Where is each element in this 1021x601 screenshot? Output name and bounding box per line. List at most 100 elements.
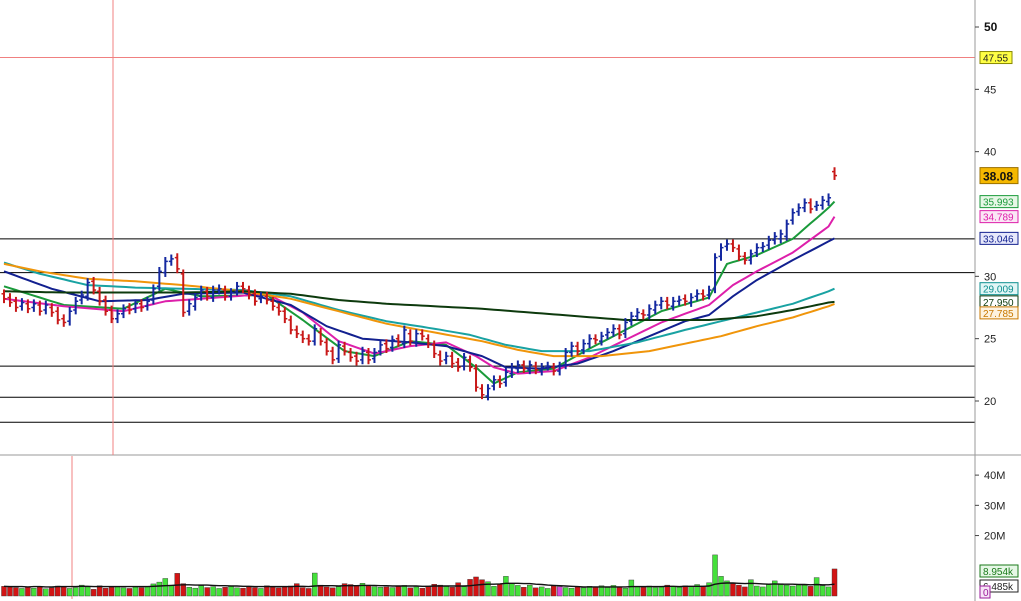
volume-bar[interactable]: [778, 583, 784, 597]
price-bar[interactable]: [569, 341, 575, 357]
price-bar[interactable]: [730, 239, 736, 253]
price-bar[interactable]: [103, 295, 109, 316]
volume-bar[interactable]: [61, 586, 67, 597]
price-bar[interactable]: [174, 253, 180, 274]
volume-bar[interactable]: [234, 587, 240, 597]
price-bar[interactable]: [97, 286, 103, 306]
volume-bar[interactable]: [813, 577, 820, 597]
volume-bar[interactable]: [114, 586, 121, 597]
volume-bar[interactable]: [383, 586, 390, 597]
volume-bar[interactable]: [790, 585, 796, 597]
volume-bar[interactable]: [353, 585, 360, 597]
volume-bar[interactable]: [521, 587, 527, 597]
volume-panel[interactable]: [1, 456, 838, 599]
price-bar[interactable]: [796, 203, 802, 216]
price-bar[interactable]: [814, 200, 820, 211]
volume-bar[interactable]: [646, 585, 652, 597]
volume-bar[interactable]: [682, 585, 688, 597]
price-bar[interactable]: [802, 198, 808, 213]
price-bar[interactable]: [168, 254, 174, 266]
stock-chart[interactable]: 50 45 40 30 25 20 47.55 38.08 35.993 34.789 33.046…: [0, 0, 1021, 601]
price-bar[interactable]: [593, 334, 599, 345]
price-bar[interactable]: [784, 219, 790, 241]
volume-bar[interactable]: [210, 586, 216, 597]
volume-bar[interactable]: [831, 568, 838, 597]
volume-bar[interactable]: [120, 587, 127, 597]
volume-bar[interactable]: [13, 587, 19, 597]
price-bar[interactable]: [186, 299, 192, 316]
volume-bar[interactable]: [156, 581, 163, 597]
price-bar[interactable]: [628, 311, 634, 326]
volume-bar[interactable]: [198, 585, 204, 597]
volume-bar[interactable]: [395, 586, 402, 597]
price-bar[interactable]: [694, 289, 700, 301]
volume-bar[interactable]: [670, 586, 676, 597]
volume-bar[interactable]: [389, 587, 396, 597]
volume-bar[interactable]: [437, 584, 443, 597]
price-bar[interactable]: [712, 253, 718, 294]
price-bar[interactable]: [55, 306, 61, 325]
volume-bar[interactable]: [449, 587, 455, 597]
volume-bar[interactable]: [306, 588, 312, 597]
price-bar[interactable]: [67, 306, 73, 326]
volume-bar[interactable]: [604, 587, 611, 597]
price-bar[interactable]: [724, 239, 730, 251]
price-bar[interactable]: [449, 351, 455, 368]
volume-bar[interactable]: [742, 586, 748, 597]
volume-bar[interactable]: [49, 587, 55, 597]
volume-bar[interactable]: [628, 579, 635, 597]
price-bar[interactable]: [826, 193, 832, 206]
price-bar[interactable]: [718, 243, 724, 261]
volume-bar[interactable]: [335, 586, 342, 597]
volume-bar[interactable]: [616, 586, 623, 597]
volume-bar[interactable]: [652, 587, 658, 597]
volume-bar[interactable]: [329, 587, 336, 597]
price-bar[interactable]: [640, 309, 646, 320]
volume-bar[interactable]: [407, 587, 413, 597]
price-bar[interactable]: [820, 195, 826, 210]
volume-bar[interactable]: [276, 587, 282, 597]
volume-bar[interactable]: [162, 578, 169, 597]
volume-bar[interactable]: [730, 583, 736, 597]
volume-bar[interactable]: [497, 584, 503, 597]
volume-bar[interactable]: [622, 587, 629, 597]
volume-bar[interactable]: [784, 584, 790, 597]
volume-bar[interactable]: [801, 584, 808, 597]
volume-bar[interactable]: [473, 576, 479, 597]
price-bar[interactable]: [455, 357, 461, 372]
price-bar[interactable]: [587, 334, 593, 349]
volume-bar[interactable]: [102, 587, 109, 597]
volume-bar[interactable]: [825, 586, 832, 597]
volume-bar[interactable]: [192, 587, 198, 597]
volume-bar[interactable]: [258, 588, 264, 597]
volume-bar[interactable]: [748, 579, 754, 597]
volume-bar[interactable]: [282, 586, 288, 597]
volume-bar[interactable]: [688, 586, 694, 597]
volume-bar[interactable]: [43, 588, 49, 597]
volume-bar[interactable]: [413, 586, 419, 597]
volume-bar[interactable]: [706, 582, 712, 597]
volume-bar[interactable]: [294, 583, 300, 597]
volume-bar[interactable]: [67, 588, 73, 597]
price-bar[interactable]: [634, 308, 640, 321]
price-bar[interactable]: [156, 266, 162, 291]
volume-bar[interactable]: [31, 587, 37, 597]
volume-bar[interactable]: [300, 587, 306, 597]
price-bar[interactable]: [485, 384, 491, 401]
volume-bar[interactable]: [371, 586, 378, 597]
volume-bar[interactable]: [640, 587, 647, 597]
volume-bar[interactable]: [766, 584, 772, 597]
price-bar[interactable]: [658, 296, 664, 310]
volume-bar[interactable]: [222, 587, 228, 597]
volume-bar[interactable]: [1, 586, 7, 597]
volume-bar[interactable]: [323, 586, 330, 597]
price-bar[interactable]: [832, 167, 838, 180]
price-bar[interactable]: [443, 351, 449, 365]
volume-bar[interactable]: [317, 584, 324, 597]
price-bar[interactable]: [652, 300, 658, 315]
price-bar[interactable]: [306, 334, 312, 346]
volume-bar[interactable]: [586, 586, 593, 597]
volume-bar[interactable]: [533, 587, 539, 597]
volume-bar[interactable]: [580, 587, 587, 597]
volume-bar[interactable]: [455, 582, 461, 597]
